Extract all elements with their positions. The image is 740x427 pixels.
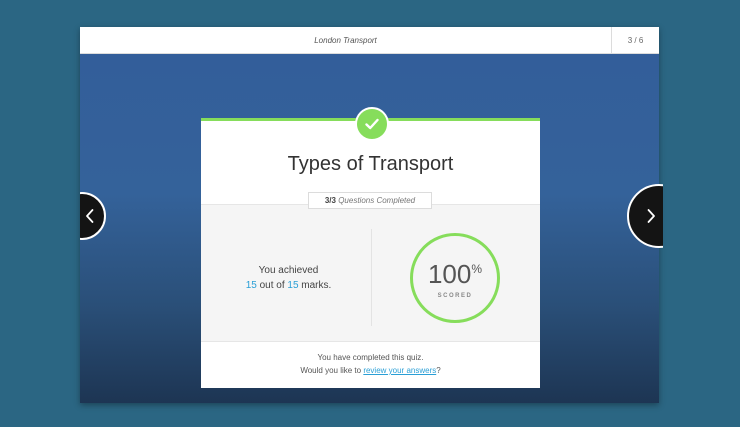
score-value: 100%: [413, 260, 497, 288]
check-icon: [355, 107, 389, 141]
results-card: Types of Transport 3/3 Questions Complet…: [201, 107, 540, 388]
score-obtained: 15: [245, 280, 257, 291]
achievement-text: You achieved 15 out of 15 marks.: [231, 263, 346, 293]
previous-slide-button[interactable]: [80, 192, 106, 240]
score-ring: 100% SCORED: [410, 233, 500, 323]
score-label: SCORED: [437, 293, 473, 299]
chevron-right-icon: [647, 209, 655, 223]
slide-stage: Types of Transport 3/3 Questions Complet…: [80, 54, 659, 403]
review-line: Would you like to review your answers?: [201, 364, 540, 377]
review-answers-link[interactable]: review your answers: [363, 366, 436, 375]
completed-text: You have completed this quiz.: [317, 353, 424, 362]
score-unit: %: [471, 262, 483, 276]
out-of-text: out of: [256, 280, 288, 291]
window-title: London Transport: [314, 36, 377, 45]
quiz-title: Types of Transport: [287, 153, 454, 175]
next-slide-button[interactable]: [627, 184, 663, 248]
page-indicator: 3 / 6: [611, 27, 659, 53]
marks-line: 15 out of 15 marks.: [231, 278, 346, 293]
score-number: 100: [427, 259, 472, 289]
quiz-window: London Transport 3 / 6 Types of Transpor…: [80, 27, 659, 403]
review-prefix: Would you like to: [300, 366, 364, 375]
score-total: 15: [287, 280, 299, 291]
questions-count: 3/3: [324, 196, 336, 205]
title-bar: London Transport 3 / 6: [80, 27, 659, 54]
achieved-line: You achieved: [258, 265, 319, 276]
questions-label: Questions Completed: [338, 196, 416, 205]
completion-message: You have completed this quiz. Would you …: [201, 351, 540, 377]
marks-text: marks.: [298, 280, 332, 291]
chevron-left-icon: [86, 209, 94, 223]
questions-completed-badge: 3/3 Questions Completed: [308, 192, 432, 209]
panel-divider: [371, 229, 372, 326]
review-suffix: ?: [436, 366, 441, 375]
